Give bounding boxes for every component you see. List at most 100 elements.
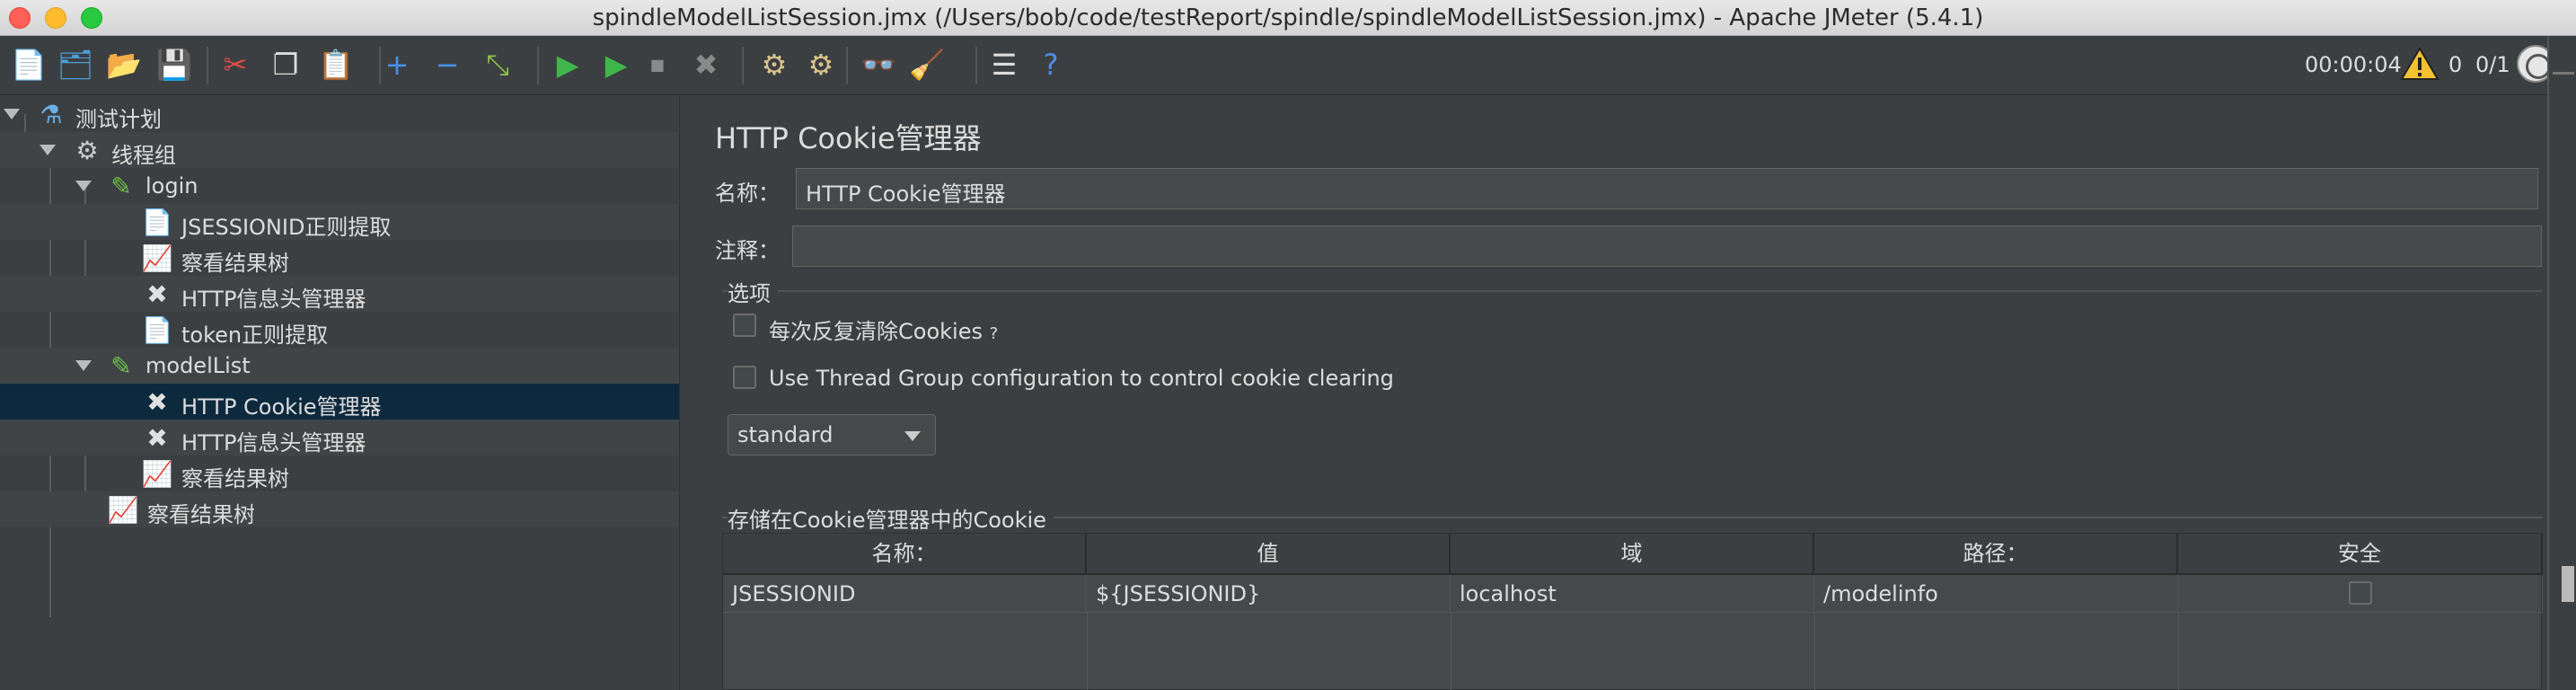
- expand-toggle-icon[interactable]: [4, 109, 20, 119]
- tree-item-label: 测试计划: [75, 107, 162, 132]
- toolbar-separator: [846, 47, 848, 84]
- table-cell-value[interactable]: ${JSESSIONID}: [1087, 575, 1451, 613]
- elapsed-timer: 00:00:04: [2305, 52, 2402, 77]
- collapse-icon[interactable]: −: [428, 45, 467, 84]
- secure-cell[interactable]: [2178, 575, 2543, 613]
- tree-item-label: 察看结果树: [147, 502, 255, 527]
- toolbar-separator: [742, 47, 744, 84]
- clear-icon[interactable]: ⚙: [754, 45, 794, 84]
- search-icon[interactable]: 👓: [859, 45, 898, 84]
- tree-item-label: login: [146, 173, 198, 199]
- error-count: 0: [2448, 52, 2463, 77]
- cookie-policy-value: standard: [737, 422, 834, 447]
- page-title: HTTP Cookie管理器: [715, 121, 982, 155]
- cookie-manager-panel: HTTP Cookie管理器 名称： HTTP Cookie管理器 注释： 选项…: [697, 96, 2547, 690]
- paste-icon[interactable]: 📋: [316, 45, 356, 84]
- tree-item-label: modelList: [146, 353, 251, 378]
- column-divider: [2178, 613, 2179, 690]
- reset-search-icon[interactable]: 🧹: [907, 45, 947, 84]
- extractor-icon: 📄: [141, 207, 173, 237]
- tree-item-label: JSESSIONID正则提取: [181, 215, 392, 240]
- tree-item-results-tree-2[interactable]: 📈 察看结果树: [0, 456, 679, 492]
- templates-icon[interactable]: 🗂: [56, 45, 95, 84]
- cut-icon[interactable]: ✂: [216, 45, 255, 84]
- toolbar-separator: [975, 47, 977, 84]
- name-field[interactable]: HTTP Cookie管理器: [796, 168, 2538, 209]
- column-header[interactable]: 路径：: [1814, 534, 2178, 575]
- column-divider: [1814, 613, 1815, 690]
- table-cell-path[interactable]: /modelinfo: [1814, 575, 2178, 613]
- tree-item-results-tree-1[interactable]: 📈 察看结果树: [0, 240, 679, 277]
- stored-cookies-title: 存储在Cookie管理器中的Cookie: [728, 502, 1054, 534]
- tree-item-modellist[interactable]: ✎ modelList: [0, 348, 679, 384]
- tree-item-results-tree-3[interactable]: 📈 察看结果树: [0, 491, 679, 527]
- expand-toggle-icon[interactable]: [75, 360, 92, 371]
- flask-icon: ⚗: [40, 99, 63, 129]
- comment-label: 注释：: [715, 238, 780, 263]
- window-title: spindleModelListSession.jmx (/Users/bob/…: [592, 4, 1984, 31]
- wrench-icon: ✖: [146, 422, 168, 453]
- chevron-down-icon: [904, 431, 921, 441]
- stop-icon[interactable]: ⏹: [638, 45, 677, 84]
- tree-item-header-manager-2[interactable]: ✖ HTTP信息头管理器: [0, 420, 679, 456]
- wrench-icon: ✖: [146, 386, 168, 417]
- toolbar-separator: [207, 47, 208, 84]
- clear-each-iteration-text: 每次反复清除Cookies: [769, 319, 983, 344]
- column-header[interactable]: 域: [1451, 534, 1814, 575]
- tree-item-token-extractor[interactable]: 📄 token正则提取: [0, 312, 679, 349]
- sampler-pipette-icon: ✎: [110, 350, 132, 381]
- expand-toggle-icon[interactable]: [75, 181, 92, 191]
- warning-icon[interactable]: [2400, 47, 2439, 81]
- cookie-table: 名称：值域路径： 安全 JSESSIONID ${JSESSIONID} localho…: [722, 533, 2543, 690]
- gear-icon: ⚙: [75, 135, 99, 165]
- tree-item-test-plan[interactable]: ⚗ 测试计划: [0, 96, 679, 132]
- sampler-pipette-icon: ✎: [110, 171, 132, 201]
- tree-item-jsessionid-extractor[interactable]: 📄 JSESSIONID正则提取: [0, 204, 679, 240]
- split-pane-divider[interactable]: [679, 96, 697, 690]
- edge-fragment: [2562, 566, 2574, 602]
- options-group-border: [722, 290, 2542, 292]
- adjacent-window-edge: [2547, 36, 2576, 690]
- tree-item-label: HTTP信息头管理器: [181, 430, 366, 456]
- active-threads: 0/1: [2475, 52, 2510, 77]
- tree-item-label: HTTP Cookie管理器: [181, 394, 382, 420]
- thread-group-config-label: Use Thread Group configuration to contro…: [769, 366, 1394, 391]
- save-icon[interactable]: 💾: [154, 45, 194, 84]
- window-title-bar: spindleModelListSession.jmx (/Users/bob/…: [0, 0, 2576, 36]
- thread-group-config-checkbox[interactable]: [733, 366, 756, 389]
- cookie-policy-select[interactable]: standard: [728, 414, 936, 456]
- copy-icon[interactable]: ❐: [266, 45, 305, 84]
- comment-field[interactable]: [792, 226, 2542, 267]
- listener-icon: 📈: [141, 243, 173, 273]
- expand-toggle-icon[interactable]: [40, 145, 56, 155]
- wrench-icon: ✖: [146, 279, 168, 309]
- table-cell-name[interactable]: JSESSIONID: [723, 575, 1087, 613]
- listener-icon: 📈: [141, 458, 173, 489]
- new-icon[interactable]: 📄: [9, 45, 49, 84]
- column-divider: [1087, 613, 1088, 690]
- tree-item-cookie-manager[interactable]: ✖ HTTP Cookie管理器: [0, 384, 679, 420]
- expand-icon[interactable]: +: [377, 45, 417, 84]
- tree-item-label: 线程组: [111, 143, 176, 168]
- start-no-pause-icon[interactable]: ▶: [596, 45, 636, 84]
- start-icon[interactable]: ▶: [548, 45, 587, 84]
- shutdown-icon[interactable]: ✖: [686, 45, 726, 84]
- open-icon[interactable]: 📂: [104, 45, 144, 84]
- tree-item-header-manager-1[interactable]: ✖ HTTP信息头管理器: [0, 276, 679, 312]
- column-header[interactable]: 安全: [2178, 534, 2543, 575]
- listener-icon: 📈: [107, 494, 139, 525]
- function-helper-icon[interactable]: ☰: [984, 45, 1024, 84]
- help-icon[interactable]: ?: [1031, 45, 1071, 84]
- test-plan-tree: ⚗ 测试计划 ⚙ 线程组 ✎ login 📄 JSESSIONID正则提取 📈 察看结果树 ✖ HTT…: [0, 96, 679, 690]
- clear-all-icon[interactable]: ⚙: [801, 45, 841, 84]
- tree-item-login[interactable]: ✎ login: [0, 168, 679, 204]
- tree-item-thread-group[interactable]: ⚙ 线程组: [0, 132, 679, 168]
- toggle-icon[interactable]: ⤡: [478, 45, 517, 84]
- secure-checkbox[interactable]: [2348, 581, 2372, 605]
- column-header[interactable]: 名称：: [723, 534, 1087, 575]
- tree-item-label: 察看结果树: [181, 251, 289, 276]
- column-header[interactable]: 值: [1087, 534, 1451, 575]
- table-cell-domain[interactable]: localhost: [1451, 575, 1814, 613]
- extractor-icon: 📄: [141, 314, 173, 345]
- clear-each-iteration-checkbox[interactable]: [733, 314, 756, 337]
